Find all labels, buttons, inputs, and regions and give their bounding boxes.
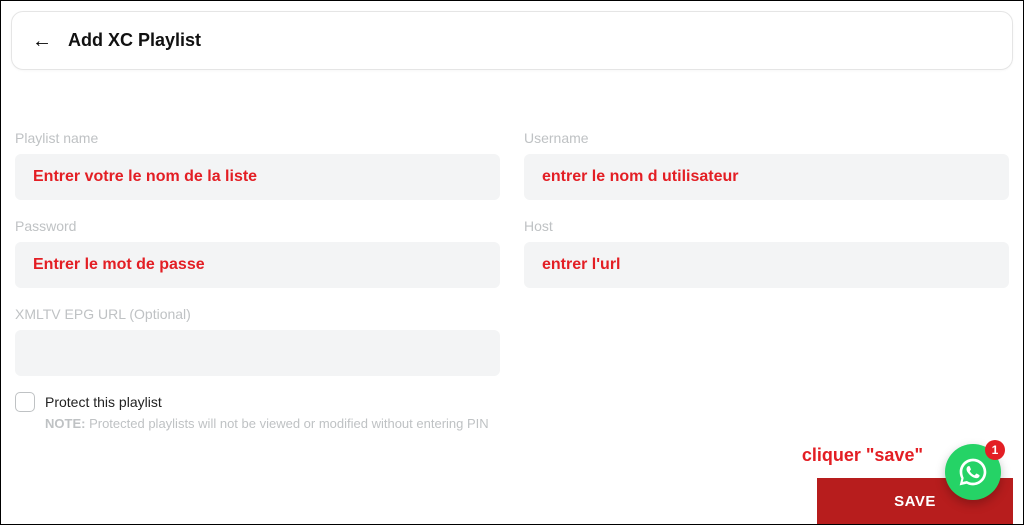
field-username: Username entrer le nom d utilisateur [524, 130, 1009, 200]
save-hint-annotation: cliquer "save" [802, 445, 923, 466]
save-button-label: SAVE [894, 493, 936, 510]
back-arrow-icon[interactable]: ← [32, 31, 52, 51]
playlist-name-label: Playlist name [15, 130, 500, 146]
username-input[interactable]: entrer le nom d utilisateur [524, 154, 1009, 200]
fab-badge: 1 [985, 440, 1005, 460]
form-grid: Playlist name Entrer votre le nom de la … [1, 70, 1023, 376]
field-password: Password Entrer le mot de passe [15, 218, 500, 288]
host-label: Host [524, 218, 1009, 234]
xmltv-input[interactable] [15, 330, 500, 376]
field-host: Host entrer l'url [524, 218, 1009, 288]
page-title: Add XC Playlist [68, 30, 201, 51]
note-prefix: NOTE: [45, 416, 85, 431]
playlist-name-value: Entrer votre le nom de la liste [33, 168, 257, 186]
password-value: Entrer le mot de passe [33, 256, 205, 274]
protect-row: Protect this playlist [1, 376, 1023, 412]
host-input[interactable]: entrer l'url [524, 242, 1009, 288]
username-value: entrer le nom d utilisateur [542, 168, 738, 186]
host-value: entrer l'url [542, 256, 621, 274]
protect-label: Protect this playlist [45, 394, 162, 410]
xmltv-label: XMLTV EPG URL (Optional) [15, 306, 500, 322]
field-playlist-name: Playlist name Entrer votre le nom de la … [15, 130, 500, 200]
protect-checkbox[interactable] [15, 392, 35, 412]
whatsapp-fab[interactable]: 1 [945, 444, 1001, 500]
header-card: ← Add XC Playlist [11, 11, 1013, 70]
password-input[interactable]: Entrer le mot de passe [15, 242, 500, 288]
protect-note: NOTE: Protected playlists will not be vi… [1, 412, 1023, 431]
username-label: Username [524, 130, 1009, 146]
playlist-name-input[interactable]: Entrer votre le nom de la liste [15, 154, 500, 200]
password-label: Password [15, 218, 500, 234]
field-xmltv: XMLTV EPG URL (Optional) [15, 306, 500, 376]
whatsapp-icon [957, 456, 989, 488]
note-text: Protected playlists will not be viewed o… [85, 416, 488, 431]
